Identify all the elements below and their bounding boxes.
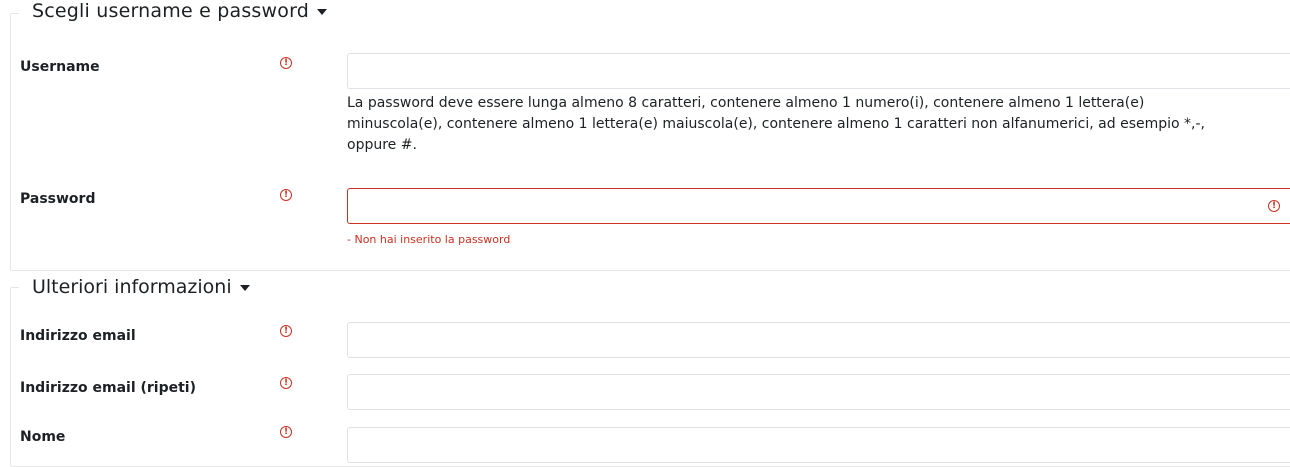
email-label: Indirizzo email (20, 328, 136, 344)
caret-down-icon (239, 284, 250, 291)
email-repeat-input[interactable] (347, 374, 1290, 410)
error-icon: ! (1268, 200, 1280, 212)
username-input[interactable] (347, 53, 1290, 89)
required-icon: ! (280, 426, 292, 438)
required-icon: ! (280, 189, 292, 201)
section-toggle-username-password[interactable]: Scegli username e password (30, 0, 330, 22)
username-label: Username (20, 59, 100, 75)
password-error-message: - Non hai inserito la password (347, 233, 511, 246)
section-border-top (11, 287, 19, 288)
required-icon: ! (280, 377, 292, 389)
email-input[interactable] (347, 322, 1290, 358)
required-icon: ! (280, 57, 292, 69)
password-label: Password (20, 191, 96, 207)
firstname-input[interactable] (347, 427, 1290, 463)
password-help-text: La password deve essere lunga almeno 8 c… (347, 95, 1205, 153)
section-legend: Scegli username e password (32, 0, 310, 22)
email-repeat-label: Indirizzo email (ripeti) (20, 380, 196, 396)
section-legend: Ulteriori informazioni (32, 276, 232, 298)
required-icon: ! (280, 325, 292, 337)
section-border-top (11, 13, 19, 14)
password-input[interactable] (347, 188, 1290, 224)
firstname-label: Nome (20, 429, 66, 445)
section-toggle-additional-info[interactable]: Ulteriori informazioni (30, 276, 252, 298)
caret-down-icon (317, 8, 328, 15)
